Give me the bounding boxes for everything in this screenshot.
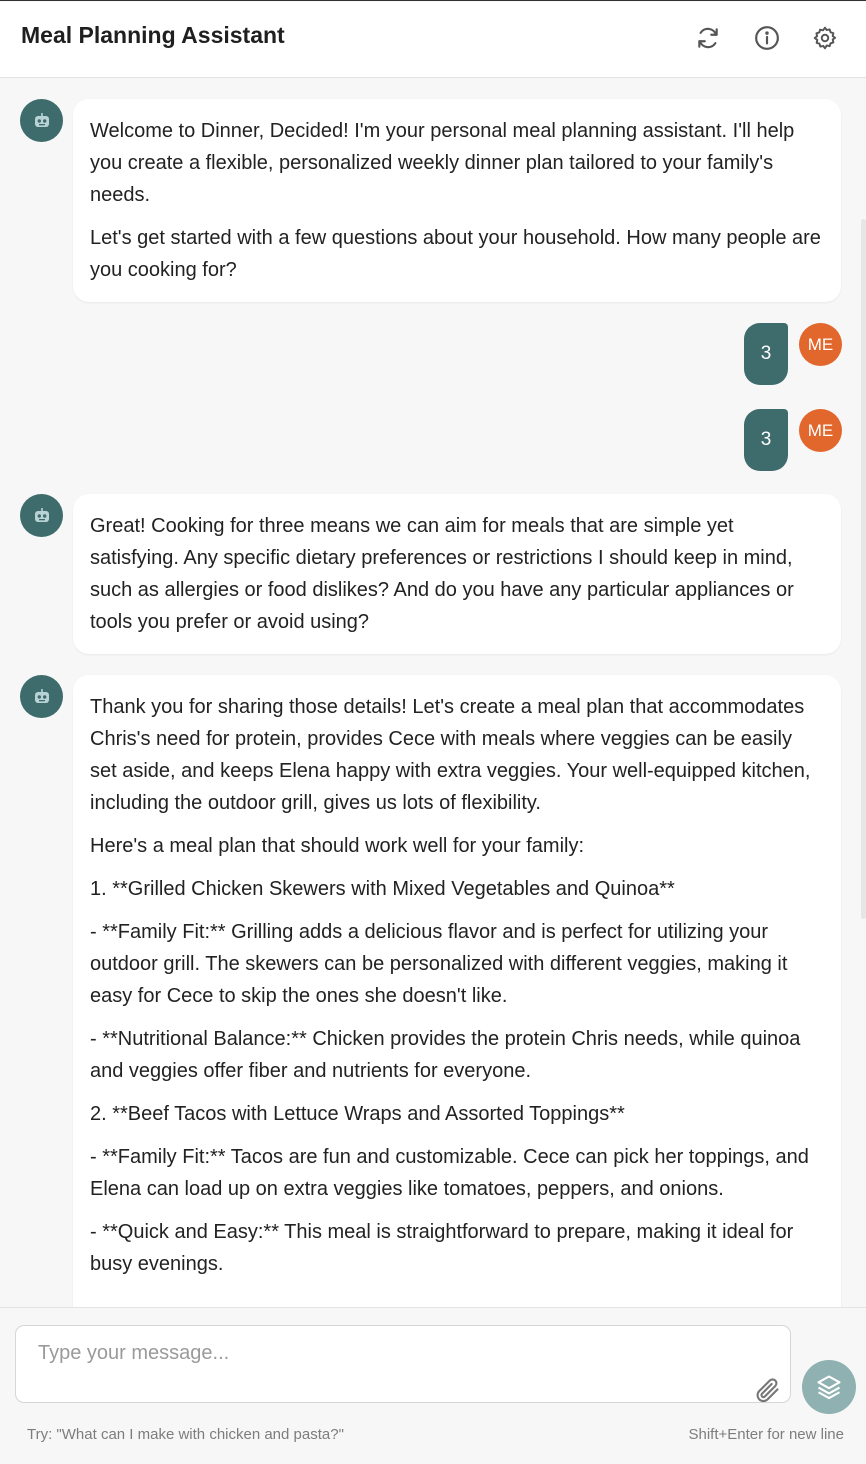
message-input[interactable] bbox=[38, 1338, 738, 1368]
robot-icon bbox=[34, 688, 49, 703]
header: Meal Planning Assistant bbox=[0, 2, 866, 78]
assistant-avatar bbox=[20, 494, 63, 537]
assistant-message: Welcome to Dinner, Decided! I'm your per… bbox=[73, 99, 841, 302]
paperclip-icon[interactable] bbox=[753, 1376, 781, 1404]
layers-icon bbox=[817, 1375, 841, 1400]
settings-icon[interactable] bbox=[810, 23, 840, 53]
page-title: Meal Planning Assistant bbox=[21, 22, 285, 48]
shortcut-hint: Shift+Enter for new line bbox=[688, 1426, 844, 1443]
assistant-message: Great! Cooking for three means we can ai… bbox=[73, 494, 841, 654]
assistant-avatar bbox=[20, 675, 63, 718]
message-paragraph: - **Family Fit:** Grilling adds a delici… bbox=[90, 921, 788, 1007]
message-paragraph: Welcome to Dinner, Decided! I'm your per… bbox=[90, 120, 795, 206]
scrollbar[interactable] bbox=[861, 219, 866, 919]
message-paragraph: 1. **Grilled Chicken Skewers with Mixed … bbox=[90, 878, 675, 900]
refresh-icon[interactable] bbox=[693, 23, 723, 53]
message-paragraph: Thank you for sharing those details! Let… bbox=[90, 696, 811, 814]
message-paragraph: Let's get started with a few questions a… bbox=[90, 227, 821, 281]
suggestion-hint: Try: "What can I make with chicken and p… bbox=[27, 1426, 344, 1443]
user-avatar: ME bbox=[799, 323, 842, 366]
message-paragraph: 2. **Beef Tacos with Lettuce Wraps and A… bbox=[90, 1103, 625, 1125]
composer: Try: "What can I make with chicken and p… bbox=[0, 1307, 866, 1464]
assistant-avatar bbox=[20, 99, 63, 142]
info-icon[interactable] bbox=[752, 23, 782, 53]
message-list[interactable]: Welcome to Dinner, Decided! I'm your per… bbox=[0, 79, 866, 1307]
message-paragraph: Here's a meal plan that should work well… bbox=[90, 835, 585, 857]
message-paragraph: - **Quick and Easy:** This meal is strai… bbox=[90, 1221, 794, 1275]
user-avatar: ME bbox=[799, 409, 842, 452]
robot-icon bbox=[34, 507, 49, 522]
assistant-message: Thank you for sharing those details! Let… bbox=[73, 675, 841, 1307]
send-button[interactable] bbox=[802, 1360, 856, 1414]
message-input-box[interactable] bbox=[15, 1325, 791, 1403]
message-paragraph: Great! Cooking for three means we can ai… bbox=[90, 515, 794, 633]
robot-icon bbox=[34, 112, 49, 127]
user-message: 3 bbox=[744, 409, 788, 471]
app-window: Meal Planning Assistant Welcome to Dinne… bbox=[0, 0, 866, 1464]
message-paragraph: - **Family Fit:** Tacos are fun and cust… bbox=[90, 1146, 809, 1200]
message-paragraph: - **Nutritional Balance:** Chicken provi… bbox=[90, 1028, 801, 1082]
user-message: 3 bbox=[744, 323, 788, 385]
